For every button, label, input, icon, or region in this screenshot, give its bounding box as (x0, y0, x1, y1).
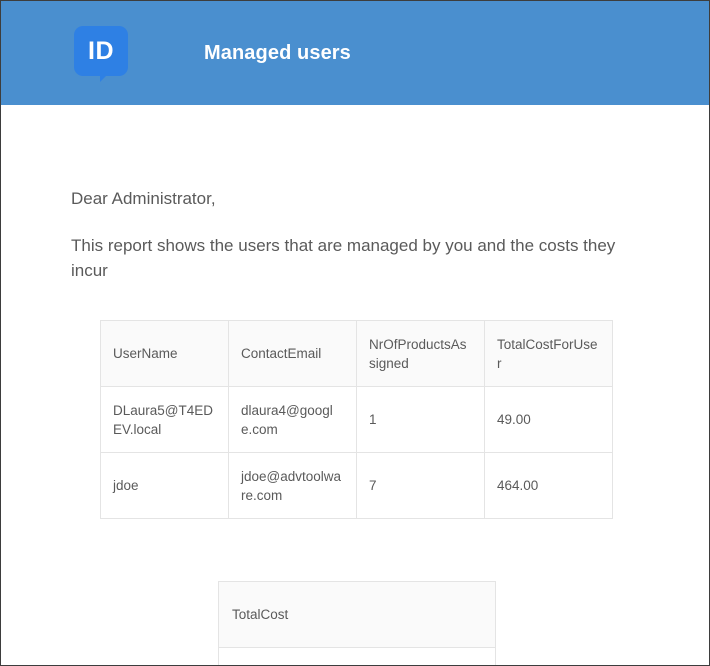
cell-contactemail: jdoe@advtoolware.com (228, 452, 357, 519)
column-header-contactemail: ContactEmail (228, 320, 357, 387)
users-table-head: UserName ContactEmail NrOfProductsAssign… (100, 320, 613, 387)
cell-totalcostforuser: 49.00 (484, 386, 613, 453)
users-table-container: UserName ContactEmail NrOfProductsAssign… (71, 283, 709, 519)
page-header: ID Managed users (1, 1, 709, 105)
greeting-text: Dear Administrator, (71, 189, 216, 208)
logo-label: ID (88, 36, 114, 65)
cell-nrofproductsassigned: 1 (356, 386, 485, 453)
table-row: DLaura5@T4EDEV.local dlaura4@google.com … (100, 386, 613, 453)
report-page: ID Managed users Dear Administrator, Thi… (0, 0, 710, 666)
cell-totalcostforuser: 464.00 (484, 452, 613, 519)
total-table-body: 513.00 (218, 647, 496, 665)
users-table-body: DLaura5@T4EDEV.local dlaura4@google.com … (100, 386, 613, 519)
cell-nrofproductsassigned: 7 (356, 452, 485, 519)
total-table-header-row: TotalCost (218, 581, 496, 648)
id-speech-bubble-logo: ID (74, 26, 128, 82)
total-table-head: TotalCost (218, 581, 496, 648)
cell-contactemail: dlaura4@google.com (228, 386, 357, 453)
column-header-username: UserName (100, 320, 229, 387)
users-table-header-row: UserName ContactEmail NrOfProductsAssign… (100, 320, 613, 387)
total-cost-table: TotalCost 513.00 (218, 581, 496, 665)
page-title: Managed users (204, 41, 351, 64)
managed-users-table: UserName ContactEmail NrOfProductsAssign… (100, 320, 613, 519)
cell-username: DLaura5@T4EDEV.local (100, 386, 229, 453)
table-row: jdoe jdoe@advtoolware.com 7 464.00 (100, 452, 613, 519)
column-header-totalcostforuser: TotalCostForUser (484, 320, 613, 387)
column-header-nrofproductsassigned: NrOfProductsAssigned (356, 320, 485, 387)
report-body: Dear Administrator, This report shows th… (1, 105, 709, 665)
table-row: 513.00 (218, 647, 496, 665)
cell-username: jdoe (100, 452, 229, 519)
total-table-container: TotalCost 513.00 (71, 519, 709, 665)
cell-totalcost: 513.00 (218, 647, 496, 665)
intro-text: This report shows the users that are man… (71, 236, 616, 280)
column-header-totalcost: TotalCost (218, 581, 496, 648)
